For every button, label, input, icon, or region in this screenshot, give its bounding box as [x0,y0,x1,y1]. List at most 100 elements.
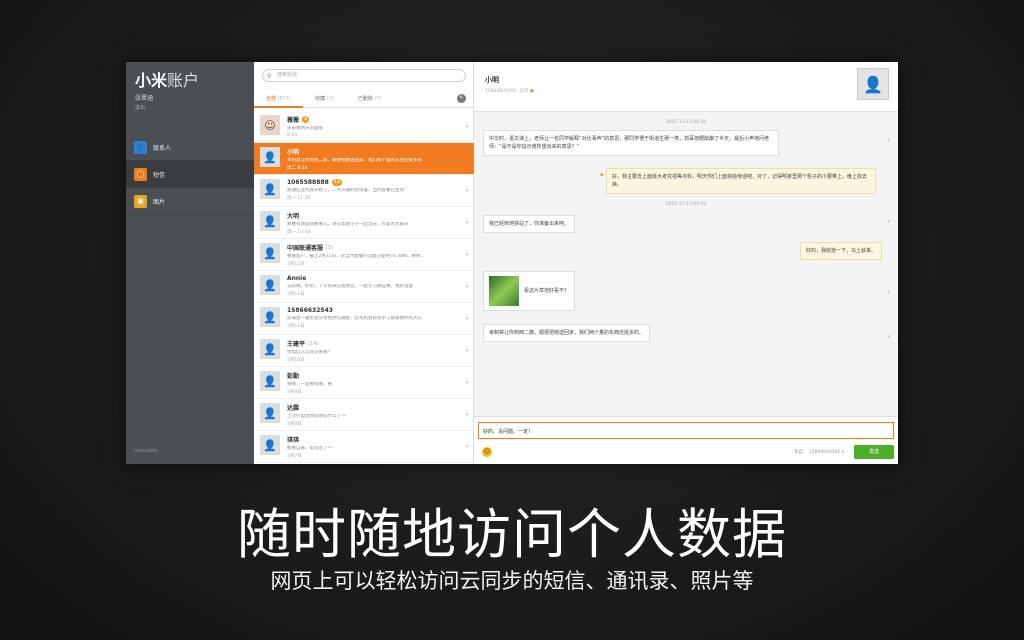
contact-name: 小明 [287,149,300,156]
message-time: 8:24 [287,133,298,138]
sidebar-nav: 👤 联系人 ◯ 短信 ▣ 图片 [126,134,254,215]
contact-name: 达霖 [287,405,300,412]
logout-link[interactable]: 退出 [135,104,145,111]
chevron-down-icon[interactable]: ▾ [465,412,468,418]
message-preview: 你电信怎么还没来啊？ [287,350,332,355]
sidebar-item-photos[interactable]: ▣ 图片 [126,188,254,215]
list-tabs: 全部 (877) 收藏 (2) 已删除 (7) ✎ [254,90,474,108]
list-item[interactable]: 👤 1065588888 12 新通信业务就开始了，二月开通的有惊喜，当月套餐已生… [254,175,474,207]
message-text: 看这片草地好看不？ [524,288,570,294]
contact-name: 王建平 [287,341,306,348]
message-time: 周二 8:24 [287,166,308,171]
list-item[interactable]: 👤 达霖 上次打电话你说你说什么了～ 3月8日 ▾ [254,399,474,431]
user-name: 张晋涵 [135,95,154,102]
avatar: 👤 [260,211,280,231]
sms-icon: ◯ [134,167,147,181]
chevron-down-icon[interactable]: ▾ [465,188,468,194]
search-input[interactable]: ⚲ 搜索短信 [262,69,466,82]
chevron-down-icon[interactable]: ▾ [465,444,468,450]
chevron-down-icon[interactable]: ▾ [465,124,468,130]
avatar: 👤 [857,68,889,100]
avatar: 👤 [260,243,280,263]
message-input[interactable]: 好的。没问题。一定！ [478,422,894,439]
message-time: 3月7日 [287,454,302,459]
chevron-down-icon[interactable]: ▾ [465,220,468,226]
chevron-down-icon[interactable]: ▾ [465,380,468,386]
photos-icon: ▣ [134,194,147,208]
list-item[interactable]: 👤 Annie 记得啊，好吧，下次别来记错地址，一起学习那些事，我好准备 3月1… [254,271,474,303]
tab-deleted[interactable]: 已删除 (7) [346,90,394,108]
message-bubble: 幸制禁让你到西二旗，顺便把她送回家，我们两个量的东西还挺多的。 [483,324,651,342]
message-preview: 都要自来，电话过了～ [287,446,332,451]
message-preview: 上次打电话你说你说什么了～ [287,414,346,419]
chevron-down-icon[interactable]: ▾ [887,290,890,296]
message-preview: 哪楼有我说你那事儿，现在帮我小子一起出去，大家的大家的 [287,222,409,227]
list-item[interactable]: 👤 中国联通客服 (5) 尊敬客户，截止2月15日，您当月套餐内流量已使用70.3… [254,239,474,271]
emoji-icon[interactable]: ☺ [482,447,492,457]
image-message[interactable]: 看这片草地好看不？ [483,271,576,311]
search-icon: ⚲ [267,73,272,80]
send-button[interactable]: 发送 [854,445,894,459]
sidebar-item-contacts[interactable]: 👤 联系人 [126,134,254,161]
list-item[interactable]: ☺ 薇薇 3 早安啊明天见面啦 8:24 ▾ [254,111,474,143]
search-placeholder: 搜索短信 [277,72,298,78]
sidebar-item-label: 图片 [153,198,166,206]
tab-favorites[interactable]: 收藏 (2) [303,90,346,108]
message-preview: 幸制禁让你到西二旗，顺便把她送回家，我们两个量的东西还挺多的 [287,158,422,163]
tab-all[interactable]: 全部 (877) [254,90,304,108]
contact-name: 1065588888 [287,179,329,186]
sidebar-item-label: 联系人 [153,144,172,152]
list-item[interactable]: 👤 小明 幸制禁让你到西二旗，顺便把她送回家，我们两个量的东西还挺多的 周二 8… [254,143,474,175]
app-window: 小米账户 张晋涵 退出 👤 联系人 ◯ 短信 ▣ 图片 miui.com ⚲ 搜… [126,62,898,464]
message-time: 3月10日 [287,358,305,363]
contact-name: 15866632543 [287,307,333,314]
message-bubble: 好的，我收拾一下，马上就来。 [799,242,882,260]
message-bubble: 好，我主要去上面体大考究视等点科，明天你们上面将给电话吧，对了，记得明家里那个柜… [606,168,876,194]
chat-header: 小明 15894609392 北京 ● 👤 [474,62,898,112]
list-item[interactable]: 👤 琪琪 都要自来，电话过了～ 3月7日 ▾ [254,431,474,463]
avatar: ☺ [260,115,280,135]
chevron-down-icon[interactable]: ▾ [465,316,468,322]
conversation-list: ⚲ 搜索短信 全部 (877) 收藏 (2) 已删除 (7) ✎ ☺ 薇薇 3 早… [254,62,474,464]
compose-icon[interactable]: ✎ [457,94,466,103]
chat-contact-name: 小明 [485,76,499,84]
message-bubble: 中华时，语文课上，老师让一名同学解释“对比事声”的意思，那同学愣于街道生那一类，… [483,130,779,156]
compose-area: 好的。没问题。一定！ ☺ 发自： 15894609392 ▾ 发送 [474,416,898,464]
sidebar-item-sms[interactable]: ◯ 短信 [126,161,254,188]
contact-name: 琪琪 [287,437,300,444]
message-preview: 啊啊，一定要叫啊，要 [287,382,332,387]
chevron-down-icon[interactable]: ▾ [887,219,890,225]
avatar: 👤 [260,275,280,295]
contact-name: 中国联通客服 [287,245,324,252]
list-item[interactable]: 👤 15866632543 您满意一箱太累分享给你们满屋，您有机会获得手工都需要… [254,303,474,335]
message-time: 3月11日 [287,324,305,329]
photo-thumbnail[interactable] [489,276,519,306]
avatar: 👤 [260,147,280,167]
footer-link[interactable]: miui.com [134,448,157,454]
chevron-down-icon[interactable]: ▾ [465,348,468,354]
list-item[interactable]: 👤 王建平 (14) 你电信怎么还没来啊？ 3月10日 ▾ [254,335,474,367]
message-bubble: 我已经到地铁站了，你准备出来吧。 [483,215,576,233]
chevron-down-icon[interactable]: ▾ [887,138,890,144]
message-preview: 您满意一箱太累分享给你们满屋，您有机会获得手工都需要你的大礼 [287,316,422,321]
message-preview: 尊敬客户，截止2月15日，您当月套餐内流量已使用70.38M，剩余... [287,254,425,259]
list-item[interactable]: 👤 大明 哪楼有我说你那事儿，现在帮我小子一起出去，大家的大家的 周一 14:3… [254,207,474,239]
timestamp: 2015-11-13 09:30 [665,202,707,207]
avatar: 👤 [260,435,280,455]
message-preview: 新通信业务就开始了，二月开通的有惊喜，当月套餐已生效 [287,188,404,193]
message-time: 周一 11:24 [287,196,311,201]
thread-count: (14) [308,340,319,347]
chevron-down-icon[interactable]: ▾ [465,284,468,290]
list-item[interactable]: 👤 彭勤 啊啊，一定要叫啊，要 3月9日 ▾ [254,367,474,399]
chevron-down-icon[interactable]: ▾ [465,252,468,258]
avatar: 👤 [260,371,280,391]
sender-select[interactable]: 发自： 15894609392 ▾ [794,449,844,455]
avatar: 👤 [260,403,280,423]
sidebar: 小米账户 张晋涵 退出 👤 联系人 ◯ 短信 ▣ 图片 miui.com [126,62,254,464]
avatar: 👤 [260,179,280,199]
message-preview: 早安啊明天见面啦 [287,126,323,131]
chevron-down-icon[interactable]: ▾ [887,334,890,340]
contact-name: Annie [287,275,307,282]
chat-contact-phone: 15894609392 北京 ● [485,89,534,94]
conversation-rows: ☺ 薇薇 3 早安啊明天见面啦 8:24 ▾ 👤 小明 幸制禁让你到西二旗，顺便把… [254,111,474,463]
